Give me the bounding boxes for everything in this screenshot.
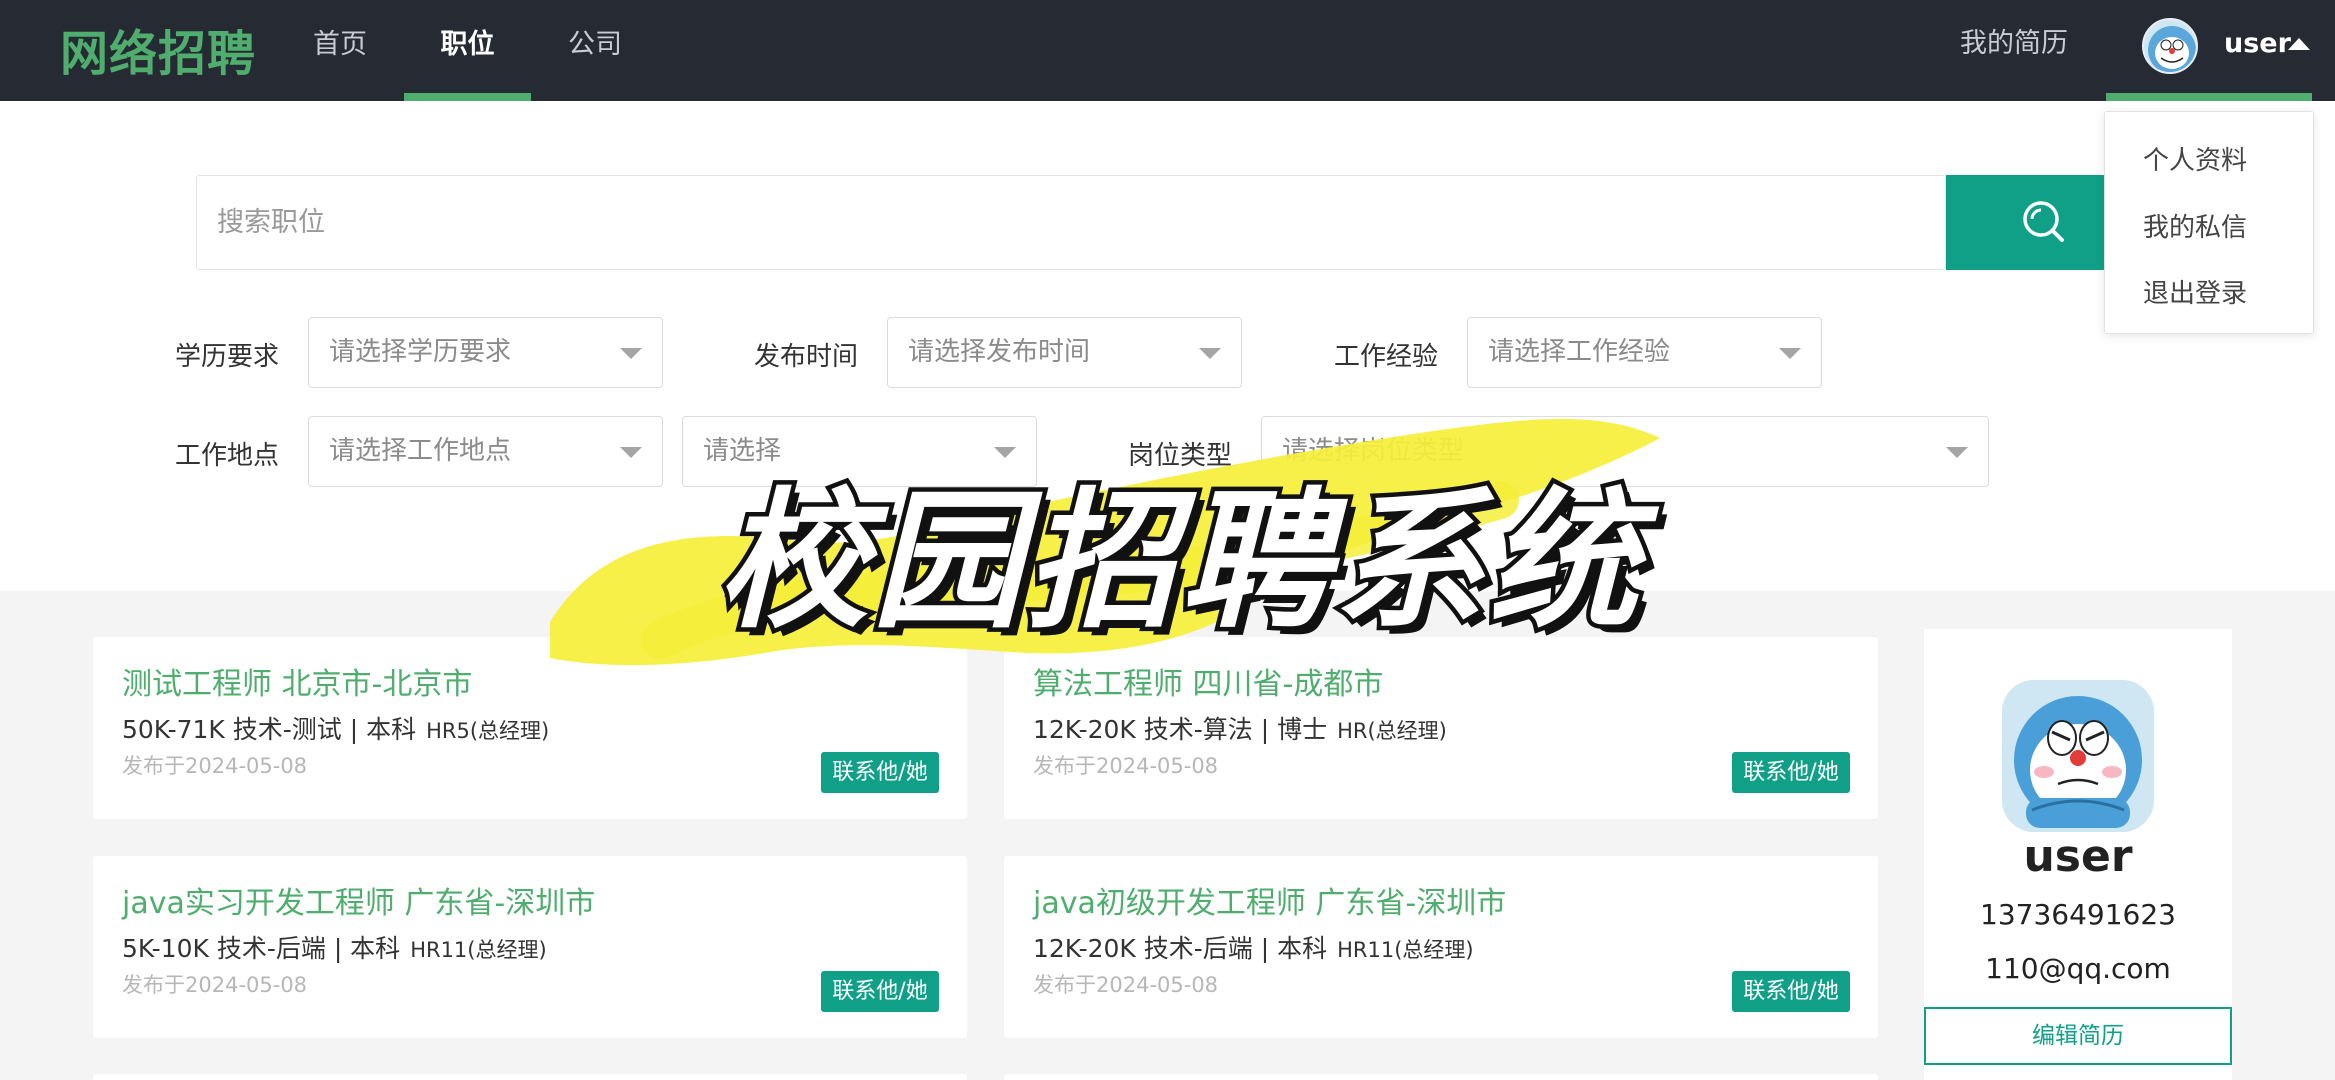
nav-home-label: 首页 xyxy=(313,29,367,60)
job-date: 发布于2024-05-08 xyxy=(1033,973,1219,997)
job-hr: HR11(总经理) xyxy=(1337,938,1474,962)
job-title[interactable]: java实习开发工程师 广东省-深圳市 xyxy=(122,878,595,922)
location-city-select-value: 请选择 xyxy=(703,436,782,466)
job-card[interactable]: java初级开发工程师 广东省-深圳市 12K-20K 技术-后端 | 本科 HR… xyxy=(1004,856,1878,1038)
job-date: 发布于2024-05-08 xyxy=(122,973,308,997)
job-type-label: 岗位类型 xyxy=(1128,441,1233,471)
job-card-partial xyxy=(1004,1074,1878,1080)
education-select[interactable]: 请选择学历要求 xyxy=(308,317,663,388)
chevron-down-icon xyxy=(994,447,1016,458)
experience-label: 工作经验 xyxy=(1334,342,1439,372)
job-card[interactable]: 算法工程师 四川省-成都市 12K-20K 技术-算法 | 博士 HR(总经理) … xyxy=(1004,637,1878,819)
publish-time-select-value: 请选择发布时间 xyxy=(908,337,1091,367)
job-salary-category: 12K-20K 技术-算法 | 博士 xyxy=(1033,715,1328,744)
job-meta: 50K-71K 技术-测试 | 本科 HR5(总经理) xyxy=(122,710,549,746)
my-resume-link[interactable]: 我的简历 xyxy=(1960,0,2068,88)
job-meta: 12K-20K 技术-算法 | 博士 HR(总经理) xyxy=(1033,710,1447,746)
location-label: 工作地点 xyxy=(175,441,280,471)
location-select-value: 请选择工作地点 xyxy=(329,436,512,466)
job-salary-category: 50K-71K 技术-测试 | 本科 xyxy=(122,715,417,744)
job-title[interactable]: 算法工程师 四川省-成都市 xyxy=(1033,659,1383,703)
profile-name: user xyxy=(2023,831,2133,882)
nav-companies[interactable]: 公司 xyxy=(555,0,635,101)
menu-item-profile[interactable]: 个人资料 xyxy=(2143,140,2247,177)
experience-select-value: 请选择工作经验 xyxy=(1488,337,1671,367)
nav-companies-label: 公司 xyxy=(568,29,622,60)
job-date: 发布于2024-05-08 xyxy=(122,754,308,778)
user-menu-toggle[interactable]: user xyxy=(2106,0,2312,101)
chevron-down-icon xyxy=(620,447,642,458)
job-type-select-value: 请选择岗位类型 xyxy=(1282,436,1465,466)
profile-phone: 13736491623 xyxy=(1980,898,2176,931)
contact-button[interactable]: 联系他/她 xyxy=(821,752,939,793)
location-select[interactable]: 请选择工作地点 xyxy=(308,416,663,487)
menu-item-logout[interactable]: 退出登录 xyxy=(2143,273,2247,310)
search-icon xyxy=(2023,201,2064,242)
job-salary-category: 12K-20K 技术-后端 | 本科 xyxy=(1033,934,1328,963)
nav-jobs-label: 职位 xyxy=(440,29,495,60)
profile-avatar[interactable] xyxy=(2002,680,2154,832)
search-input[interactable]: 搜索职位 xyxy=(196,175,1946,270)
user-avatar xyxy=(2142,18,2198,74)
site-logo[interactable]: 网络招聘 xyxy=(60,14,256,84)
nav-home[interactable]: 首页 xyxy=(300,0,380,101)
doraemon-avatar-icon xyxy=(2002,680,2154,832)
education-select-value: 请选择学历要求 xyxy=(329,337,512,367)
job-date: 发布于2024-05-08 xyxy=(1033,754,1219,778)
contact-button[interactable]: 联系他/她 xyxy=(1732,752,1850,793)
nav-active-indicator xyxy=(404,93,531,101)
job-meta: 12K-20K 技术-后端 | 本科 HR11(总经理) xyxy=(1033,929,1474,965)
job-title[interactable]: java初级开发工程师 广东省-深圳市 xyxy=(1033,878,1506,922)
user-name: user xyxy=(2224,28,2291,59)
chevron-down-icon xyxy=(1779,348,1801,359)
edit-resume-button[interactable]: 编辑简历 xyxy=(1924,1007,2232,1065)
chevron-down-icon xyxy=(1946,447,1968,458)
job-salary-category: 5K-10K 技术-后端 | 本科 xyxy=(122,934,401,963)
job-card-partial xyxy=(93,1074,967,1080)
job-title[interactable]: 测试工程师 北京市-北京市 xyxy=(122,659,472,703)
contact-button[interactable]: 联系他/她 xyxy=(1732,971,1850,1012)
caret-up-icon xyxy=(2288,38,2310,50)
job-card[interactable]: 测试工程师 北京市-北京市 50K-71K 技术-测试 | 本科 HR5(总经理)… xyxy=(93,637,967,819)
experience-select[interactable]: 请选择工作经验 xyxy=(1467,317,1822,388)
profile-email: 110@qq.com xyxy=(1985,952,2171,985)
location-city-select[interactable]: 请选择 xyxy=(682,416,1037,487)
publish-time-label: 发布时间 xyxy=(754,342,859,372)
chevron-down-icon xyxy=(1199,348,1221,359)
job-card[interactable]: java实习开发工程师 广东省-深圳市 5K-10K 技术-后端 | 本科 HR1… xyxy=(93,856,967,1038)
top-navbar: 网络招聘 首页 职位 公司 我的简历 user xyxy=(0,0,2335,101)
job-meta: 5K-10K 技术-后端 | 本科 HR11(总经理) xyxy=(122,929,547,965)
user-active-indicator xyxy=(2106,93,2312,101)
contact-button[interactable]: 联系他/她 xyxy=(821,971,939,1012)
profile-card: user 13736491623 110@qq.com 编辑简历 xyxy=(1924,629,2232,1080)
nav-jobs[interactable]: 职位 xyxy=(404,0,531,101)
job-hr: HR5(总经理) xyxy=(426,719,550,743)
job-hr: HR11(总经理) xyxy=(410,938,547,962)
chevron-down-icon xyxy=(620,348,642,359)
menu-item-messages[interactable]: 我的私信 xyxy=(2143,207,2247,244)
publish-time-select[interactable]: 请选择发布时间 xyxy=(887,317,1242,388)
user-dropdown-menu: 个人资料 我的私信 退出登录 xyxy=(2104,111,2314,334)
job-hr: HR(总经理) xyxy=(1337,719,1447,743)
job-type-select[interactable]: 请选择岗位类型 xyxy=(1261,416,1989,487)
education-label: 学历要求 xyxy=(175,342,280,372)
search-button[interactable] xyxy=(1946,175,2106,270)
avatar-image-icon xyxy=(2148,26,2196,72)
